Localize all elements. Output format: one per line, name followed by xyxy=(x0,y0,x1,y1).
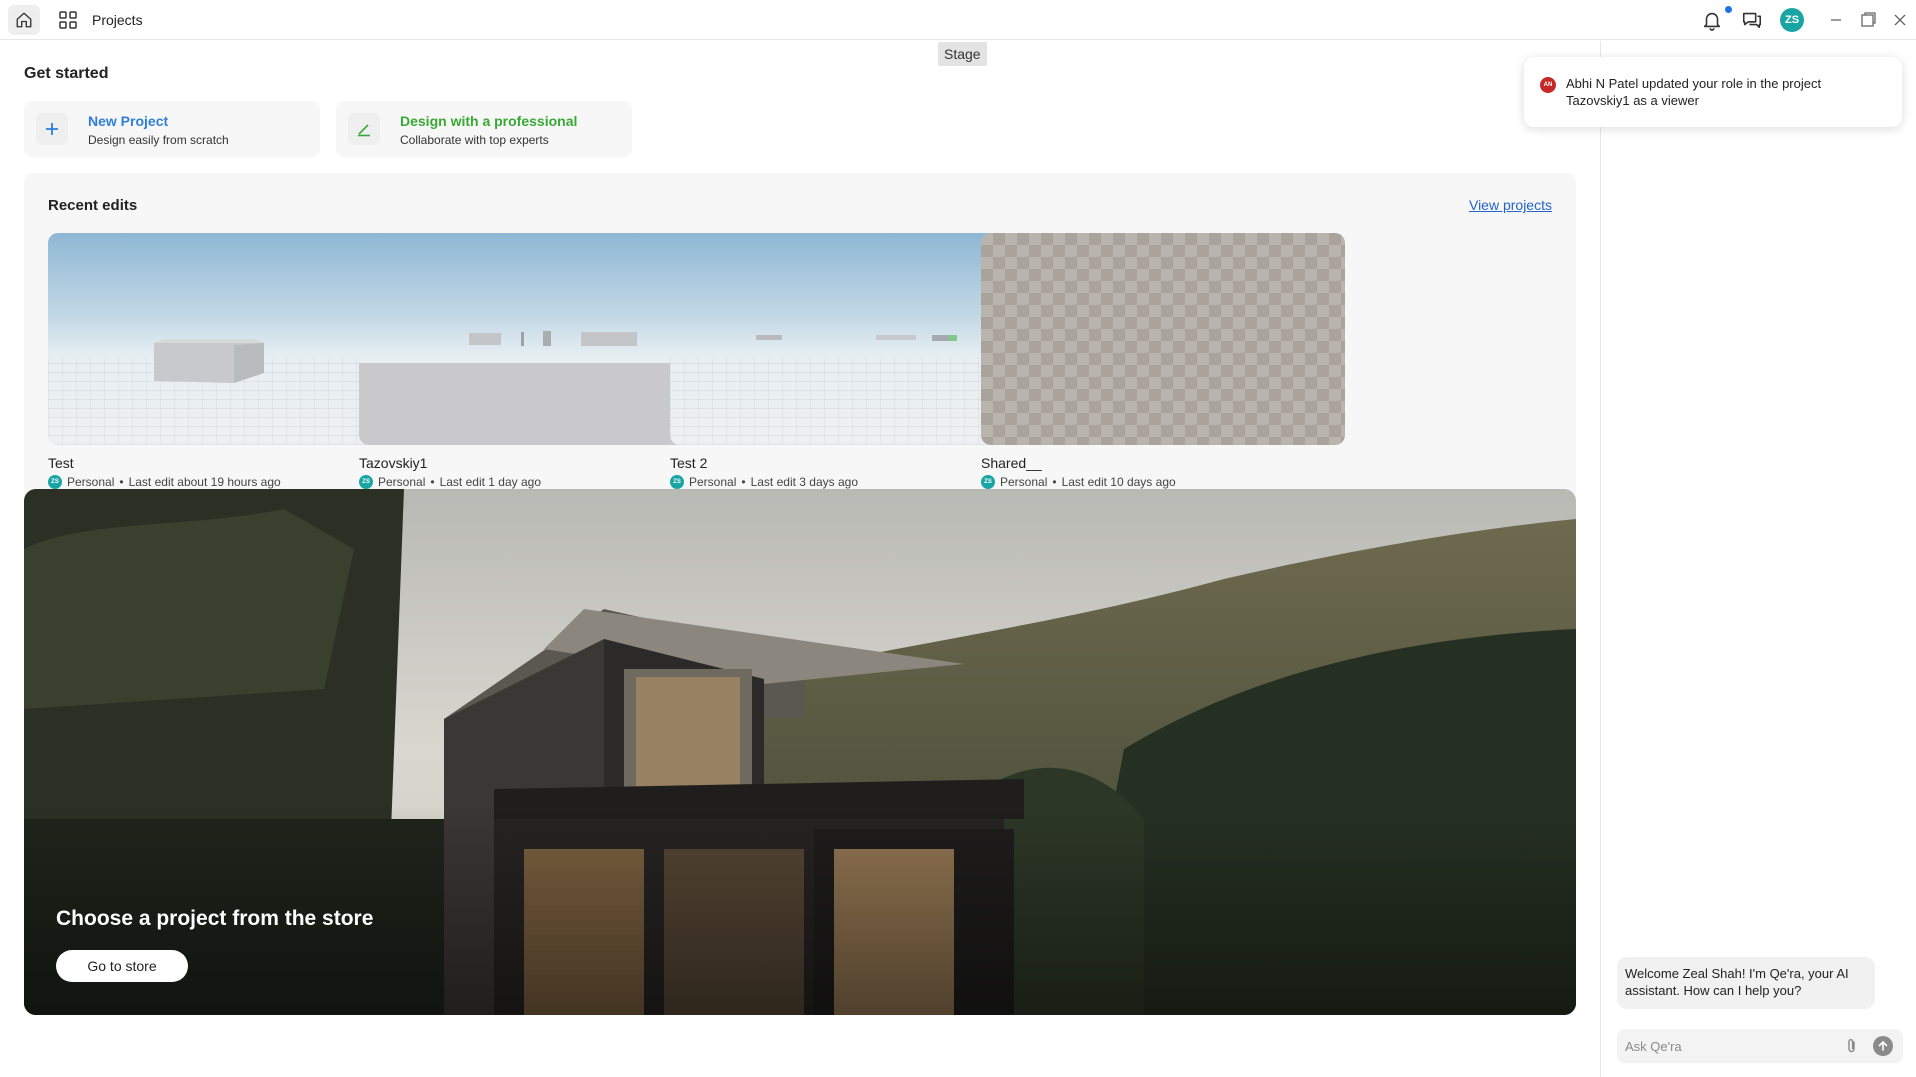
walls-model-shape xyxy=(469,331,637,346)
new-project-subtitle: Design easily from scratch xyxy=(88,133,229,147)
project-last-edit: Last edit 1 day ago xyxy=(439,475,541,489)
project-thumbnail[interactable] xyxy=(359,233,723,445)
project-meta: ZS Personal • Last edit 1 day ago xyxy=(359,475,723,489)
recent-edits-heading: Recent edits xyxy=(48,197,138,214)
grid-icon xyxy=(59,11,77,29)
chat-icon xyxy=(1742,12,1762,29)
go-to-store-button[interactable]: Go to store xyxy=(56,950,188,982)
project-card-test-2[interactable]: Test 2 ZS Personal • Last edit 3 days ag… xyxy=(670,233,1034,489)
new-project-icon-box xyxy=(36,113,68,145)
minimize-icon xyxy=(1831,19,1841,21)
store-banner-image xyxy=(24,489,1576,1015)
project-thumbnail[interactable] xyxy=(670,233,1034,445)
box-model-shape xyxy=(154,339,264,383)
notification-message: Abhi N Patel updated your role in the pr… xyxy=(1566,76,1822,108)
home-button[interactable] xyxy=(8,5,40,35)
owner-avatar: ZS xyxy=(48,475,62,489)
assistant-panel xyxy=(1600,41,1916,1077)
close-window-button[interactable] xyxy=(1890,10,1910,30)
notification-dot xyxy=(1725,6,1732,13)
project-meta: ZS Personal • Last edit 10 days ago xyxy=(981,475,1345,489)
project-meta: ZS Personal • Last edit 3 days ago xyxy=(670,475,1034,489)
project-card-tazovskiy1[interactable]: Tazovskiy1 ZS Personal • Last edit 1 day… xyxy=(359,233,723,489)
pen-icon xyxy=(358,124,370,137)
project-thumbnail[interactable] xyxy=(981,233,1345,445)
design-with-professional-card[interactable]: Design with a professional Collaborate w… xyxy=(336,101,632,157)
new-project-title: New Project xyxy=(88,113,169,129)
project-workspace: Personal xyxy=(67,475,115,489)
project-name: Test 2 xyxy=(670,455,708,471)
project-workspace: Personal xyxy=(378,475,426,489)
design-pro-icon-box xyxy=(348,113,380,145)
close-icon xyxy=(1894,14,1906,26)
project-name: Shared__ xyxy=(981,455,1042,471)
assistant-welcome-message: Welcome Zeal Shah! I'm Qe'ra, your AI as… xyxy=(1617,957,1875,1009)
meta-separator: • xyxy=(430,475,435,489)
page-title: Projects xyxy=(92,12,143,28)
meta-separator: • xyxy=(1052,475,1057,489)
project-card-shared[interactable]: Shared__ ZS Personal • Last edit 10 days… xyxy=(981,233,1345,489)
design-pro-subtitle: Collaborate with top experts xyxy=(400,133,549,147)
assistant-input-box xyxy=(1617,1029,1903,1063)
chat-button[interactable] xyxy=(1741,9,1763,31)
minimize-button[interactable] xyxy=(1826,10,1846,30)
project-name: Test xyxy=(48,455,74,471)
view-projects-link[interactable]: View projects xyxy=(1469,197,1552,213)
paperclip-icon xyxy=(1848,1039,1855,1053)
attach-button[interactable] xyxy=(1845,1038,1859,1054)
plus-icon xyxy=(46,123,58,135)
project-workspace: Personal xyxy=(689,475,737,489)
project-last-edit: Last edit 10 days ago xyxy=(1061,475,1176,489)
project-last-edit: Last edit about 19 hours ago xyxy=(128,475,281,489)
design-pro-title: Design with a professional xyxy=(400,113,578,129)
maximize-button[interactable] xyxy=(1858,10,1878,30)
stage-tooltip: Stage xyxy=(938,42,987,66)
flat-model-shape xyxy=(756,335,957,341)
notifications-button[interactable] xyxy=(1701,9,1723,31)
recent-edits-panel: Recent edits View projects Test ZS Perso… xyxy=(24,173,1576,513)
ask-qera-input[interactable] xyxy=(1625,1029,1835,1063)
new-project-card[interactable]: New Project Design easily from scratch xyxy=(24,101,320,157)
notification-avatar: AN xyxy=(1540,77,1556,93)
meta-separator: • xyxy=(119,475,124,489)
owner-avatar: ZS xyxy=(981,475,995,489)
project-card-test[interactable]: Test ZS Personal • Last edit about 19 ho… xyxy=(48,233,412,489)
project-name: Tazovskiy1 xyxy=(359,455,428,471)
project-thumbnail[interactable] xyxy=(48,233,412,445)
top-bar: Projects ZS xyxy=(0,0,1916,40)
arrow-up-icon xyxy=(1878,1041,1888,1051)
home-icon xyxy=(16,12,32,28)
project-workspace: Personal xyxy=(1000,475,1048,489)
meta-separator: • xyxy=(741,475,746,489)
maximize-icon xyxy=(1861,12,1876,27)
store-banner: Choose a project from the store Go to st… xyxy=(24,489,1576,1015)
project-last-edit: Last edit 3 days ago xyxy=(750,475,858,489)
user-avatar[interactable]: ZS xyxy=(1780,8,1804,32)
send-button[interactable] xyxy=(1873,1036,1893,1056)
store-title: Choose a project from the store xyxy=(56,907,374,930)
bell-icon xyxy=(1703,12,1721,31)
owner-avatar: ZS xyxy=(359,475,373,489)
owner-avatar: ZS xyxy=(670,475,684,489)
notification-toast[interactable]: AN Abhi N Patel updated your role in the… xyxy=(1524,57,1902,127)
get-started-heading: Get started xyxy=(24,65,109,82)
grid-menu-button[interactable] xyxy=(58,10,78,30)
project-meta: ZS Personal • Last edit about 19 hours a… xyxy=(48,475,412,489)
